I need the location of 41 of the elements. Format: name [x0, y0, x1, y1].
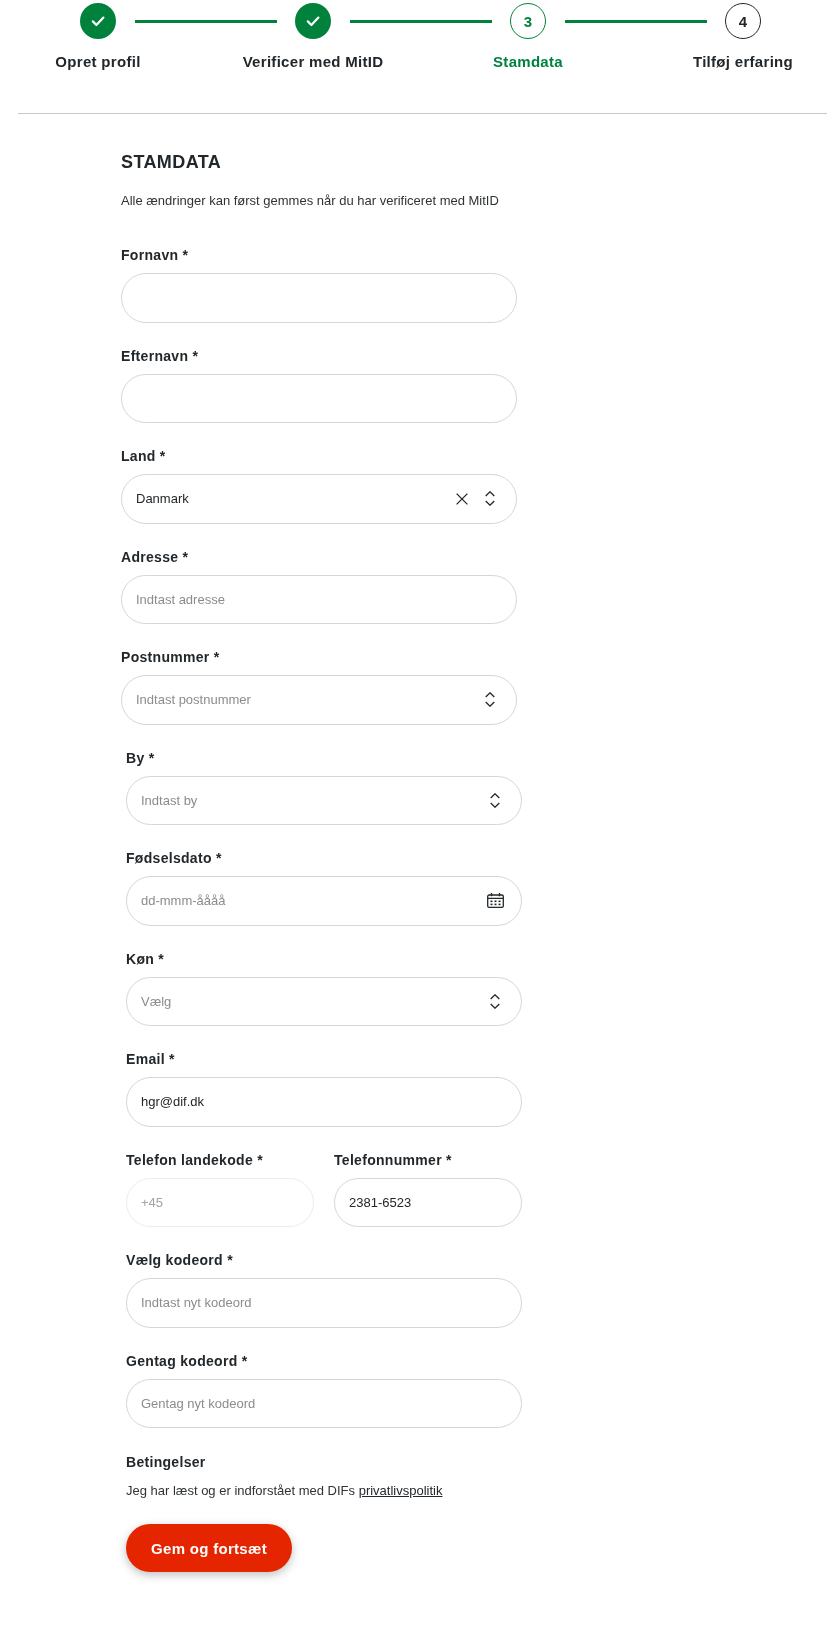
step-label: Stamdata	[493, 53, 563, 71]
step-label: Opret profil	[55, 53, 141, 71]
terms-text: Jeg har læst og er indforstået med DIFs privatlivspolitik	[126, 1483, 443, 1499]
calendar-icon[interactable]	[487, 893, 504, 909]
section-title: STAMDATA	[121, 152, 222, 172]
terms-title: Betingelser	[126, 1453, 206, 1471]
field-label: Køn *	[126, 949, 165, 968]
info-text: Alle ændringer kan først gemmes når du har verificeret med MitID	[121, 193, 499, 209]
select-field[interactable]: Vælg	[126, 976, 522, 1026]
field-label: Postnummer *	[121, 648, 220, 666]
field-label: Fødselsdato *	[126, 849, 222, 867]
date-field[interactable]: dd-mmm-åååå	[126, 876, 522, 926]
privacy-link[interactable]: privatlivspolitik	[358, 1483, 443, 1498]
step-label: Tilføj erfaring	[692, 53, 794, 71]
field-label: Telefon landekode *	[126, 1150, 263, 1169]
chevron-up-down-icon	[485, 692, 495, 708]
field-label: Fornavn *	[121, 246, 189, 264]
field-label: Adresse *	[121, 547, 189, 566]
input-field[interactable]	[121, 373, 517, 423]
select-field[interactable]: Danmark	[121, 474, 517, 524]
step-label: Verificer med MitID	[242, 53, 384, 71]
input-field[interactable]	[121, 273, 517, 323]
input-field[interactable]: Gentag nyt kodeord	[126, 1378, 522, 1428]
input-field[interactable]: Indtast adresse	[121, 574, 517, 624]
field-label: Email *	[126, 1050, 175, 1068]
save-button[interactable]: Gem og fortsæt	[126, 1524, 292, 1572]
input-field[interactable]: 2381-6523	[334, 1177, 522, 1227]
clear-icon[interactable]	[456, 492, 468, 505]
input-field[interactable]: Indtast nyt kodeord	[126, 1278, 522, 1328]
field-label: Efternavn *	[121, 346, 199, 365]
field-label: Vælg kodeord *	[126, 1251, 233, 1269]
chevron-up-down-icon	[490, 993, 500, 1009]
field-label: Telefonnummer *	[334, 1150, 452, 1169]
select-field[interactable]: Indtast postnummer	[121, 675, 517, 725]
select-field[interactable]: Indtast by	[126, 775, 522, 825]
chevron-up-down-icon	[485, 491, 495, 507]
input-field[interactable]: hgr@dif.dk	[126, 1077, 522, 1127]
field-label: Land *	[121, 447, 166, 465]
field-label: Gentag kodeord *	[126, 1351, 248, 1370]
field-label: By *	[126, 748, 155, 767]
chevron-up-down-icon	[490, 792, 500, 808]
